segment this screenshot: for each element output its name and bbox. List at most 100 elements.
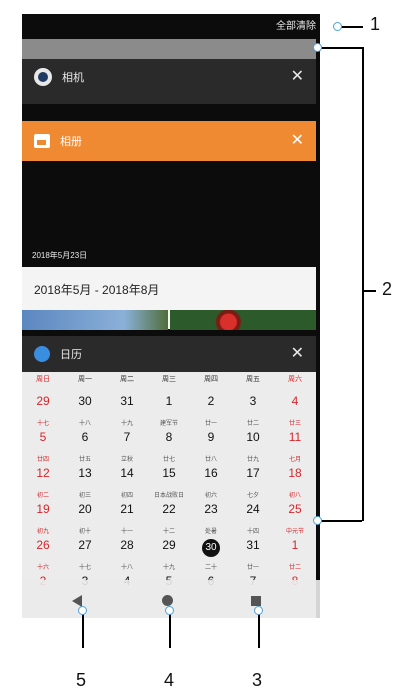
day-number: 22 — [162, 502, 176, 516]
calendar-day[interactable]: 29 — [22, 384, 64, 409]
calendar-day[interactable]: 十一 28 — [106, 528, 148, 553]
lunar-date-label: 七月 — [288, 457, 301, 463]
recent-card-photos[interactable]: 2018年5月 - 2018年8月 — [22, 267, 316, 330]
calendar-day[interactable]: 建军节 8 — [148, 420, 190, 445]
camera-icon — [34, 68, 52, 86]
callout-3: 3 — [252, 670, 263, 690]
lunar-date-label — [190, 384, 232, 393]
day-number: 1 — [165, 394, 173, 408]
lunar-date-label: 廿七 — [162, 457, 175, 463]
lunar-date-label: 初十 — [78, 529, 91, 535]
lunar-date-label: 十八 — [78, 421, 91, 427]
day-number: 3 — [249, 394, 257, 408]
calendar-day[interactable]: 十八 6 — [64, 420, 106, 445]
calendar-day[interactable]: 2 — [190, 384, 232, 409]
calendar-day[interactable]: 初九 26 — [22, 528, 64, 553]
callout-1: 1 — [370, 14, 381, 34]
lunar-date-label: 初八 — [288, 493, 301, 499]
calendar-day[interactable]: 廿七 15 — [148, 456, 190, 481]
card-title: 相册 — [60, 136, 82, 148]
calendar-day[interactable]: 十七 5 — [22, 420, 64, 445]
weekday-label: 周日 — [36, 376, 50, 383]
calendar-day[interactable]: 初十 27 — [64, 528, 106, 553]
calendar-day[interactable]: 廿一 9 — [190, 420, 232, 445]
day-number: 19 — [36, 502, 50, 516]
stacked-card-background — [22, 39, 316, 59]
weekday-label: 周一 — [78, 376, 92, 383]
calendar-day[interactable]: 初二 19 — [22, 492, 64, 517]
calendar-day[interactable]: 初四 21 — [106, 492, 148, 517]
calendar-day[interactable]: 1 — [148, 384, 190, 409]
recent-card-camera[interactable]: 相机 ✕ — [22, 59, 316, 104]
album-icon — [34, 134, 50, 148]
day-number: 28 — [120, 538, 134, 552]
calendar-day[interactable]: 廿五 13 — [64, 456, 106, 481]
day-number: 24 — [246, 502, 260, 516]
calendar-day[interactable]: 初六 23 — [190, 492, 232, 517]
home-icon[interactable] — [162, 595, 173, 606]
day-number: 25 — [288, 502, 302, 516]
recent-card-calendar[interactable]: 日历 ✕ 周日 周一 周二 周三 周四 周五 周六 29 30 31 1 2 3 4 十七 5 十八 6 十九 7 建军… — [22, 336, 316, 618]
calendar-day[interactable]: 廿三 11 — [274, 420, 316, 445]
lunar-date-label: 日本战败日 — [153, 493, 184, 499]
calendar-day[interactable]: 十四 31 — [232, 528, 274, 553]
day-number: 23 — [204, 502, 218, 516]
day-number: 16 — [204, 466, 218, 480]
lunar-date-label — [106, 384, 148, 393]
calendar-day[interactable]: 初八 25 — [274, 492, 316, 517]
lunar-date-label — [148, 384, 190, 393]
day-number: 30 — [78, 394, 92, 408]
overview-icon[interactable] — [251, 596, 261, 606]
recent-card-album[interactable]: 相册 ✕ — [22, 121, 316, 161]
lunar-date-label: 二十 — [204, 565, 217, 571]
photo-thumbnail-sky — [22, 310, 168, 330]
day-number: 12 — [36, 466, 50, 480]
day-number: 6 — [81, 430, 89, 444]
day-number: 8 — [165, 430, 173, 444]
photos-date-header: 2018年5月23日 — [32, 251, 88, 260]
lunar-date-label: 十二 — [162, 529, 175, 535]
calendar-day[interactable]: 日本战败日 22 — [148, 492, 190, 517]
lunar-date-label — [64, 384, 106, 393]
calendar-day[interactable]: 廿九 17 — [232, 456, 274, 481]
calendar-day[interactable]: 31 — [106, 384, 148, 409]
day-number: 7 — [123, 430, 131, 444]
lunar-date-label: 初三 — [78, 493, 91, 499]
calendar-day[interactable]: 30 — [64, 384, 106, 409]
close-icon[interactable]: ✕ — [291, 346, 304, 362]
lunar-date-label — [22, 384, 64, 393]
photo-thumbnail-flowers — [170, 310, 316, 330]
calendar-day[interactable]: 廿八 16 — [190, 456, 232, 481]
lunar-date-label: 十七 — [78, 565, 91, 571]
lunar-date-label: 中元节 — [285, 529, 304, 535]
recent-apps-screen: 全部清除 相机 ✕ 相册 ✕ 2018年5月23日 2018年5月 - 2018… — [22, 14, 320, 618]
calendar-day[interactable]: 七夕 24 — [232, 492, 274, 517]
lunar-date-label: 廿一 — [246, 565, 259, 571]
calendar-day[interactable]: 廿二 10 — [232, 420, 274, 445]
calendar-day[interactable]: 初三 20 — [64, 492, 106, 517]
calendar-day[interactable]: 十二 29 — [148, 528, 190, 553]
close-icon[interactable]: ✕ — [291, 133, 304, 149]
day-number: 11 — [288, 430, 302, 444]
lunar-date-label: 建军节 — [159, 421, 178, 427]
calendar-day-today[interactable]: 处暑 30 — [190, 528, 232, 557]
calendar-day[interactable]: 立秋 14 — [106, 456, 148, 481]
lunar-date-label: 廿二 — [288, 565, 301, 571]
weekday-label: 周二 — [120, 376, 134, 383]
day-number: 9 — [207, 430, 215, 444]
calendar-day[interactable]: 廿四 12 — [22, 456, 64, 481]
lunar-date-label: 十九 — [120, 421, 133, 427]
day-number: 14 — [120, 466, 134, 480]
lunar-date-label: 廿一 — [204, 421, 217, 427]
calendar-day[interactable]: 中元节 1 — [274, 528, 316, 553]
lunar-date-label: 处暑 — [204, 529, 217, 535]
lunar-date-label: 初二 — [36, 493, 49, 499]
calendar-day[interactable]: 3 — [232, 384, 274, 409]
calendar-day[interactable]: 七月 18 — [274, 456, 316, 481]
close-icon[interactable]: ✕ — [291, 69, 304, 85]
clear-all-button[interactable]: 全部清除 — [276, 17, 316, 32]
calendar-day[interactable]: 十九 7 — [106, 420, 148, 445]
calendar-day[interactable]: 4 — [274, 384, 316, 409]
lunar-date-label: 十八 — [120, 565, 133, 571]
day-number: 1 — [291, 538, 299, 552]
